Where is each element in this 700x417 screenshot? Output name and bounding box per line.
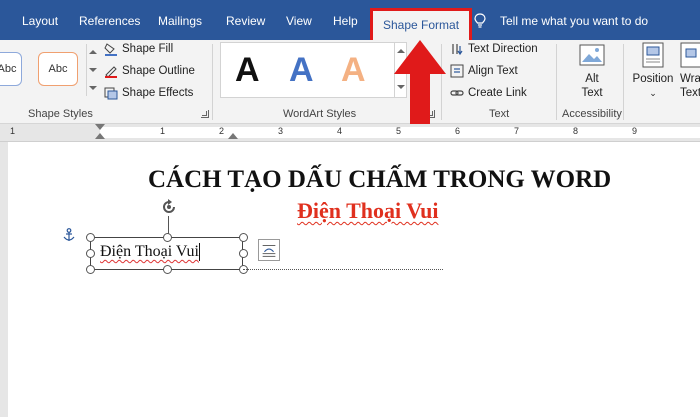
- group-label-text: Text: [489, 108, 510, 120]
- dotted-leader-line: [243, 269, 443, 270]
- red-arrow: [394, 40, 446, 124]
- hanging-indent-marker[interactable]: [95, 133, 105, 139]
- position-icon: [642, 42, 664, 68]
- shape-style-preset[interactable]: Abc: [0, 52, 22, 86]
- tab-references[interactable]: References: [79, 0, 140, 40]
- shape-fill-icon: [104, 43, 117, 56]
- alt-text-button[interactable]: Alt Text: [570, 42, 614, 104]
- ribbon-tab-bar: Layout References Mailings Review View H…: [0, 0, 700, 40]
- ruler-number: 4: [337, 126, 343, 136]
- ruler-number: 7: [514, 126, 520, 136]
- resize-handle[interactable]: [163, 265, 172, 274]
- tell-me-search[interactable]: Tell me what you want to do: [500, 0, 648, 40]
- group-label-shape-styles: Shape Styles: [28, 108, 93, 120]
- layout-options-icon: [262, 245, 276, 257]
- shape-effects-icon: [104, 87, 118, 100]
- first-line-indent-marker[interactable]: [95, 124, 105, 130]
- align-text-icon: [450, 64, 464, 78]
- shape-styles-launcher[interactable]: [201, 110, 209, 118]
- anchor-icon: [63, 228, 75, 241]
- horizontal-ruler[interactable]: 1 1 2 3 4 5 6 7 8 9: [0, 124, 700, 142]
- lightbulb-icon: [474, 13, 486, 28]
- shape-styles-scroll[interactable]: [86, 44, 98, 96]
- rotate-handle-icon[interactable]: [160, 198, 178, 216]
- wordart-style[interactable]: A: [289, 51, 314, 90]
- ribbon: Abc Abc Shape Fill Shape Outline Shape E…: [0, 40, 700, 124]
- document-title: CÁCH TẠO DẤU CHẤM TRONG WORD: [148, 166, 612, 193]
- shape-outline-icon: [105, 66, 117, 78]
- ruler-number: 6: [455, 126, 461, 136]
- position-button[interactable]: Position ⌄: [628, 42, 678, 104]
- tab-help[interactable]: Help: [333, 0, 358, 40]
- text-box-content[interactable]: Điện Thoại Vui: [100, 243, 199, 261]
- group-label-wordart-styles: WordArt Styles: [283, 108, 357, 120]
- ruler-number: 9: [632, 126, 638, 136]
- ruler-number: 8: [573, 126, 579, 136]
- right-indent-marker[interactable]: [228, 133, 238, 139]
- ruler-number: 1: [160, 126, 166, 136]
- tab-view[interactable]: View: [286, 0, 312, 40]
- ruler-number: 1: [10, 126, 16, 136]
- alt-text-icon: [579, 44, 605, 66]
- tab-review[interactable]: Review: [226, 0, 265, 40]
- tab-shape-format[interactable]: Shape Format: [370, 8, 473, 40]
- text-direction-icon: [452, 44, 463, 56]
- layout-options-button[interactable]: [258, 239, 280, 261]
- resize-handle[interactable]: [86, 233, 95, 242]
- resize-handle[interactable]: [163, 233, 172, 242]
- wrap-text-icon: [680, 42, 700, 68]
- vertical-ruler: [0, 142, 8, 417]
- wordart-gallery[interactable]: A A A: [220, 42, 395, 98]
- ruler-number: 2: [219, 126, 225, 136]
- ruler-number: 5: [396, 126, 402, 136]
- document-subtitle: Điện Thoại Vui: [297, 198, 439, 223]
- ruler-number: 3: [278, 126, 284, 136]
- tab-layout[interactable]: Layout: [22, 0, 58, 40]
- group-separator: [623, 44, 624, 120]
- resize-handle[interactable]: [86, 265, 95, 274]
- shape-style-preset[interactable]: Abc: [38, 52, 78, 86]
- resize-handle[interactable]: [239, 249, 248, 258]
- tab-mailings[interactable]: Mailings: [158, 0, 202, 40]
- resize-handle[interactable]: [86, 249, 95, 258]
- text-cursor: [199, 243, 200, 261]
- group-separator: [556, 44, 557, 120]
- wrap-text-button[interactable]: Wra Text: [680, 42, 700, 104]
- group-separator: [212, 44, 213, 120]
- resize-handle[interactable]: [239, 233, 248, 242]
- create-link-icon: [450, 90, 464, 96]
- wordart-style[interactable]: A: [341, 51, 366, 90]
- group-label-accessibility: Accessibility: [562, 108, 622, 120]
- wordart-style[interactable]: A: [235, 51, 260, 90]
